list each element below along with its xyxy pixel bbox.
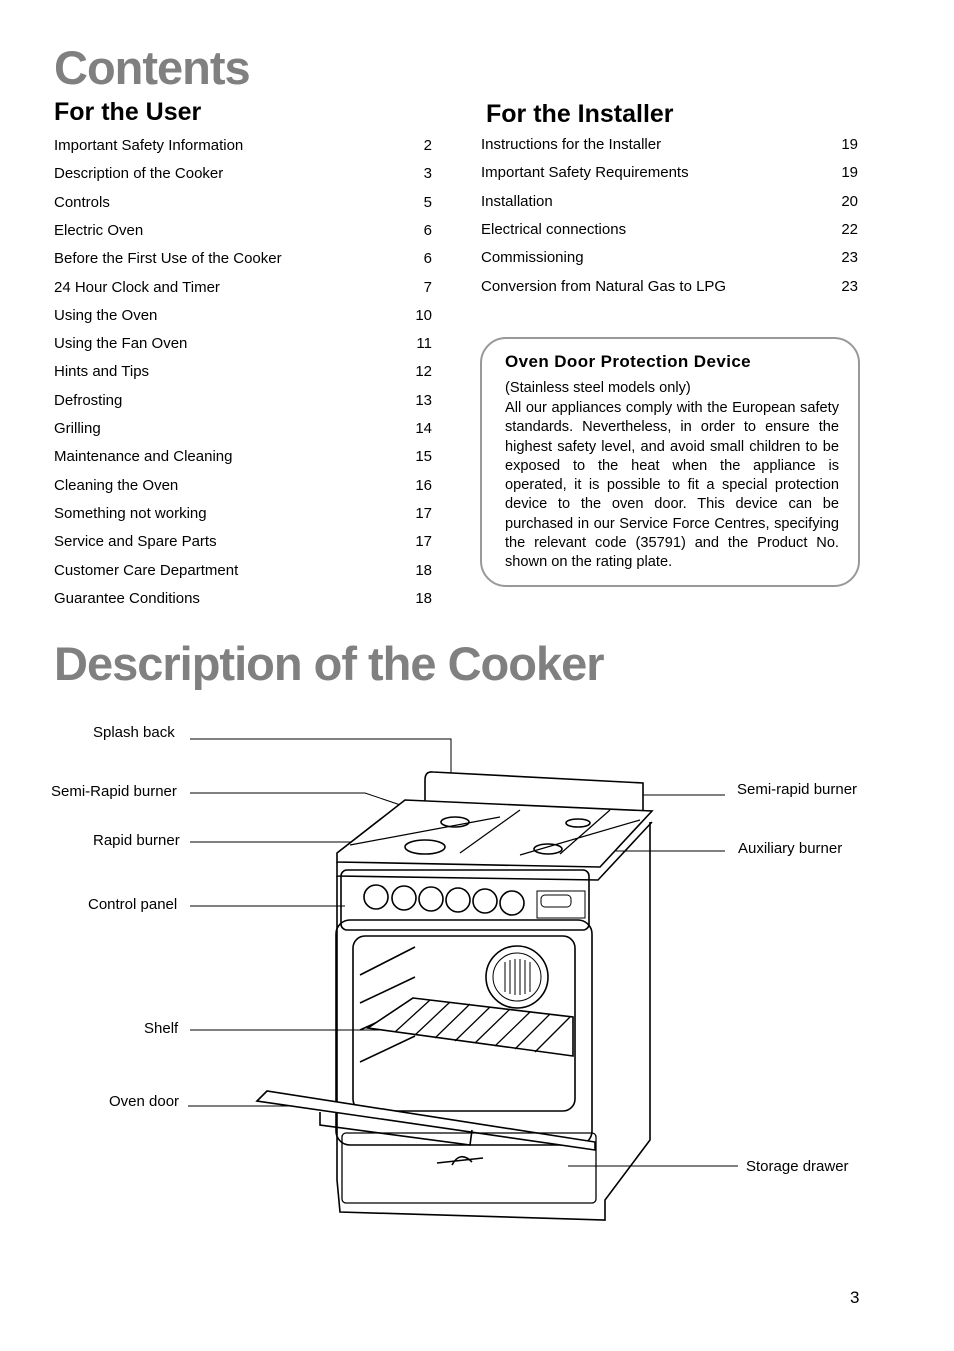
contents-entry: Guarantee Conditions 18 (54, 590, 432, 608)
entry-page: 7 (423, 278, 432, 296)
entry-title: Installation (481, 192, 553, 210)
entry-title: Important Safety Requirements (481, 164, 689, 182)
entry-page: 12 (415, 363, 432, 381)
notice-title: Oven Door Protection Device (505, 352, 752, 371)
contents-entry: Conversion from Natural Gas to LPG 23 (481, 278, 858, 296)
entry-title: Electrical connections (481, 220, 627, 238)
entry-title: Commissioning (481, 249, 584, 267)
entry-page: 17 (415, 504, 432, 522)
entry-title: Important Safety Information (54, 137, 244, 154)
label-rapid-burner: Rapid burner (93, 832, 180, 849)
entry-title: Hints and Tips (54, 363, 150, 381)
label-storage-drawer: Storage drawer (746, 1158, 849, 1175)
entry-page: 19 (841, 136, 858, 153)
entry-page: 18 (415, 589, 432, 607)
entry-title: Cleaning the Oven (54, 476, 179, 494)
entry-page: 6 (423, 221, 432, 239)
contents-entry: Customer Care Department 18 (54, 562, 432, 580)
notice-body: All our appliances comply with the Europ… (505, 400, 839, 571)
contents-entry: Controls 5 (54, 194, 432, 212)
contents-entry: Before the First Use of the Cooker 6 (54, 250, 432, 268)
entry-page: 15 (415, 448, 432, 466)
label-control-panel: Control panel (88, 896, 178, 913)
contents-entry: Maintenance and Cleaning 15 (54, 448, 432, 466)
user-section-title: For the User (54, 98, 202, 126)
entry-page: 3 (423, 165, 432, 183)
contents-entry: Installation 20 (481, 193, 858, 211)
entry-page: 19 (841, 164, 858, 182)
entry-page: 22 (841, 220, 858, 238)
contents-entry: Important Safety Requirements 19 (481, 164, 858, 182)
contents-entry: Defrosting 13 (54, 392, 432, 410)
entry-page: 23 (841, 249, 858, 267)
entry-title: Defrosting (54, 391, 123, 409)
entry-title: Before the First Use of the Cooker (54, 250, 282, 268)
contents-entry: Description of the Cooker 3 (54, 165, 432, 183)
contents-entry: Service and Spare Parts 17 (54, 533, 432, 551)
entry-title: Description of the Cooker (54, 165, 224, 183)
entry-title: Service and Spare Parts (54, 533, 217, 551)
entry-page: 20 (841, 192, 858, 210)
entry-page: 23 (841, 277, 858, 295)
entry-title: Using the Fan Oven (54, 335, 188, 353)
entry-title: Customer Care Department (54, 561, 239, 579)
contents-entry: Using the Fan Oven 11 (54, 335, 432, 353)
page-number: 3 (850, 1288, 860, 1307)
entry-title: Guarantee Conditions (54, 589, 200, 607)
contents-entry: Important Safety Information 2 (54, 137, 432, 155)
label-splash-back: Splash back (93, 724, 175, 741)
notice-subtitle: (Stainless steel models only) (505, 380, 691, 396)
label-auxiliary-burner: Auxiliary burner (738, 840, 843, 857)
installer-section-title: For the Installer (486, 100, 674, 128)
entry-page: 14 (415, 420, 432, 437)
contents-entry: 24 Hour Clock and Timer 7 (54, 279, 432, 297)
entry-page: 17 (415, 533, 432, 551)
entry-title: Grilling (54, 420, 101, 437)
contents-entry: Hints and Tips 12 (54, 363, 432, 381)
label-shelf: Shelf (144, 1020, 179, 1037)
label-oven-door: Oven door (109, 1093, 180, 1110)
entry-title: 24 Hour Clock and Timer (54, 278, 220, 296)
oven-door-notice: Oven Door Protection Device (Stainless s… (480, 337, 860, 587)
label-semi-rapid-burner-right: Semi-rapid burner (737, 781, 858, 798)
entry-page: 2 (423, 137, 432, 154)
contents-entry: Instructions for the Installer 19 (481, 136, 858, 154)
entry-page: 6 (423, 250, 432, 268)
entry-title: Something not working (54, 504, 207, 522)
entry-page: 16 (415, 476, 432, 494)
contents-entry: Grilling 14 (54, 420, 432, 438)
entry-title: Controls (54, 193, 110, 211)
page: Contents For the User Important Safety I… (0, 0, 954, 1351)
entry-page: 18 (415, 561, 432, 579)
entry-page: 11 (416, 335, 432, 353)
contents-entry: Commissioning 23 (481, 249, 858, 267)
description-title: Description of the Cooker (54, 637, 605, 690)
contents-title: Contents (54, 41, 251, 94)
entry-page: 5 (423, 193, 432, 211)
entry-page: 13 (415, 391, 432, 409)
contents-entry: Electric Oven 6 (54, 222, 432, 240)
entry-title: Conversion from Natural Gas to LPG (481, 277, 727, 295)
control-knobs (363, 884, 525, 916)
entry-title: Electric Oven (54, 221, 144, 239)
entry-title: Instructions for the Installer (481, 136, 662, 153)
entry-title: Using the Oven (54, 306, 158, 324)
label-semi-rapid-burner-left: Semi-Rapid burner (51, 783, 177, 800)
fan-grille (504, 959, 531, 995)
entry-title: Maintenance and Cleaning (54, 448, 233, 466)
contents-entry: Cleaning the Oven 16 (54, 477, 432, 495)
contents-entry: Something not working 17 (54, 505, 432, 523)
entry-page: 10 (415, 306, 432, 324)
contents-entry: Using the Oven 10 (54, 307, 432, 325)
contents-entry: Electrical connections 22 (481, 221, 858, 239)
